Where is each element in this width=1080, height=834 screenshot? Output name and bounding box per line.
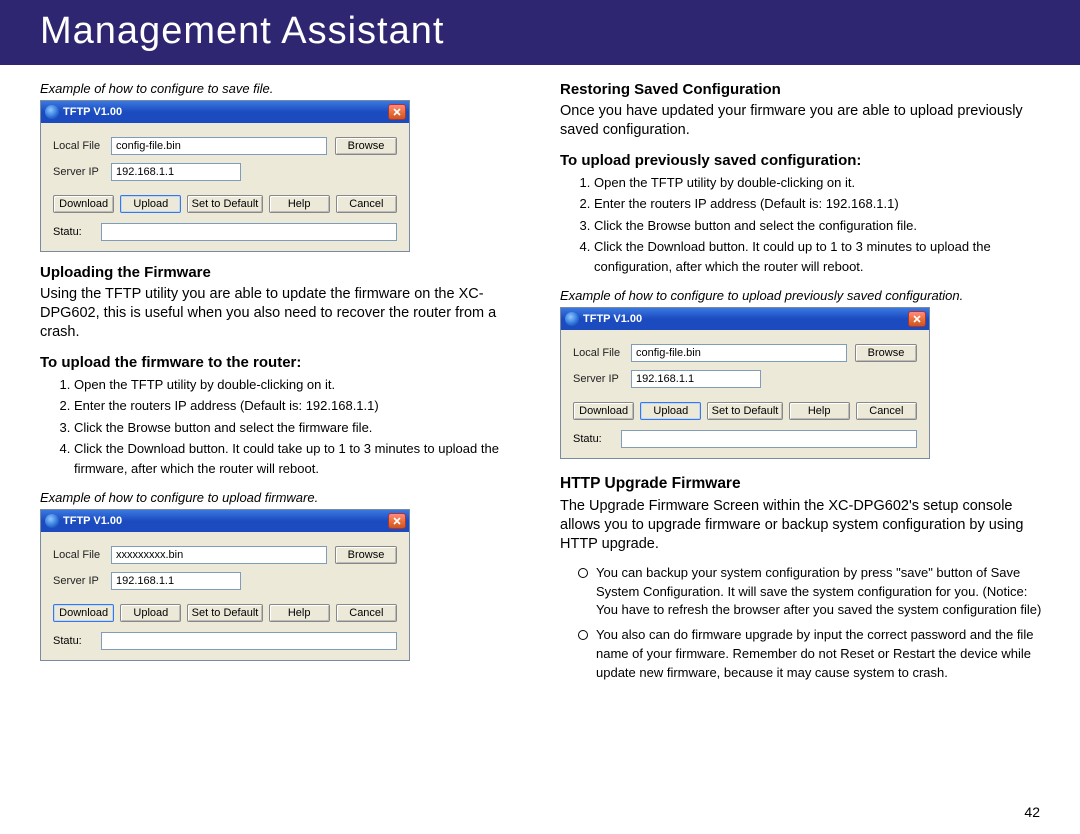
tftp-window-save: TFTP V1.00 Local File Browse Server IP D… (40, 100, 410, 252)
list-item: You also can do firmware upgrade by inpu… (578, 626, 1050, 683)
serverip-input[interactable] (111, 572, 241, 590)
close-icon[interactable] (908, 311, 926, 327)
list-item: Open the TFTP utility by double-clicking… (594, 173, 1050, 193)
list-item: Open the TFTP utility by double-clicking… (74, 375, 530, 395)
label-status: Statu: (53, 226, 93, 238)
help-button[interactable]: Help (269, 195, 330, 213)
http-upgrade-bullets: You can backup your system configuration… (578, 564, 1050, 683)
label-serverip: Server IP (53, 166, 103, 178)
status-box (101, 632, 397, 650)
page-header: Management Assistant (0, 0, 1080, 65)
help-button[interactable]: Help (789, 402, 850, 420)
localfile-input[interactable] (111, 137, 327, 155)
upload-button[interactable]: Upload (120, 604, 181, 622)
download-button[interactable]: Download (53, 195, 114, 213)
label-localfile: Local File (573, 347, 623, 359)
right-column: Restoring Saved Configuration Once you h… (560, 75, 1050, 693)
list-item: Click the Download button. It could up t… (594, 237, 1050, 276)
heading-restoring-config: Restoring Saved Configuration (560, 81, 1050, 98)
list-item: Enter the routers IP address (Default is… (74, 396, 530, 416)
heading-upload-config-steps: To upload previously saved configuration… (560, 152, 1050, 169)
list-item: Click the Download button. It could take… (74, 439, 530, 478)
settodefault-button[interactable]: Set to Default (187, 195, 262, 213)
body-uploading-firmware: Using the TFTP utility you are able to u… (40, 285, 530, 342)
browse-button[interactable]: Browse (335, 546, 397, 564)
tftp-titlebar: TFTP V1.00 (41, 101, 409, 123)
status-box (621, 430, 917, 448)
label-localfile: Local File (53, 140, 103, 152)
tftp-title: TFTP V1.00 (63, 515, 122, 527)
browse-button[interactable]: Browse (335, 137, 397, 155)
label-localfile: Local File (53, 549, 103, 561)
app-icon (45, 514, 59, 528)
label-status: Statu: (53, 635, 93, 647)
label-serverip: Server IP (53, 575, 103, 587)
upload-config-steps: Open the TFTP utility by double-clicking… (594, 173, 1050, 277)
tftp-title: TFTP V1.00 (583, 313, 642, 325)
upload-firmware-steps: Open the TFTP utility by double-clicking… (74, 375, 530, 479)
download-button[interactable]: Download (573, 402, 634, 420)
settodefault-button[interactable]: Set to Default (707, 402, 782, 420)
page-number: 42 (1024, 804, 1040, 820)
heading-http-upgrade: HTTP Upgrade Firmware (560, 475, 1050, 493)
browse-button[interactable]: Browse (855, 344, 917, 362)
heading-uploading-firmware: Uploading the Firmware (40, 264, 530, 281)
list-item: Enter the routers IP address (Default is… (594, 194, 1050, 214)
localfile-input[interactable] (111, 546, 327, 564)
tftp-window-config: TFTP V1.00 Local File Browse Server IP D… (560, 307, 930, 459)
cancel-button[interactable]: Cancel (336, 604, 397, 622)
tftp-titlebar: TFTP V1.00 (41, 510, 409, 532)
cancel-button[interactable]: Cancel (856, 402, 917, 420)
left-column: Example of how to configure to save file… (40, 75, 530, 693)
list-item: You can backup your system configuration… (578, 564, 1050, 621)
app-icon (45, 105, 59, 119)
caption-upload-config: Example of how to configure to upload pr… (560, 288, 1050, 303)
caption-save-file: Example of how to configure to save file… (40, 81, 530, 96)
cancel-button[interactable]: Cancel (336, 195, 397, 213)
tftp-window-firmware: TFTP V1.00 Local File Browse Server IP D… (40, 509, 410, 661)
localfile-input[interactable] (631, 344, 847, 362)
tftp-titlebar: TFTP V1.00 (561, 308, 929, 330)
heading-upload-steps: To upload the firmware to the router: (40, 354, 530, 371)
serverip-input[interactable] (111, 163, 241, 181)
label-serverip: Server IP (573, 373, 623, 385)
serverip-input[interactable] (631, 370, 761, 388)
label-status: Statu: (573, 433, 613, 445)
caption-upload-firmware: Example of how to configure to upload fi… (40, 490, 530, 505)
app-icon (565, 312, 579, 326)
page-title: Management Assistant (40, 10, 444, 52)
body-restoring-config: Once you have updated your firmware you … (560, 102, 1050, 140)
close-icon[interactable] (388, 513, 406, 529)
help-button[interactable]: Help (269, 604, 330, 622)
body-http-upgrade: The Upgrade Firmware Screen within the X… (560, 497, 1050, 554)
download-button[interactable]: Download (53, 604, 114, 622)
upload-button[interactable]: Upload (640, 402, 701, 420)
upload-button[interactable]: Upload (120, 195, 181, 213)
tftp-title: TFTP V1.00 (63, 106, 122, 118)
list-item: Click the Browse button and select the f… (74, 418, 530, 438)
close-icon[interactable] (388, 104, 406, 120)
status-box (101, 223, 397, 241)
list-item: Click the Browse button and select the c… (594, 216, 1050, 236)
settodefault-button[interactable]: Set to Default (187, 604, 262, 622)
